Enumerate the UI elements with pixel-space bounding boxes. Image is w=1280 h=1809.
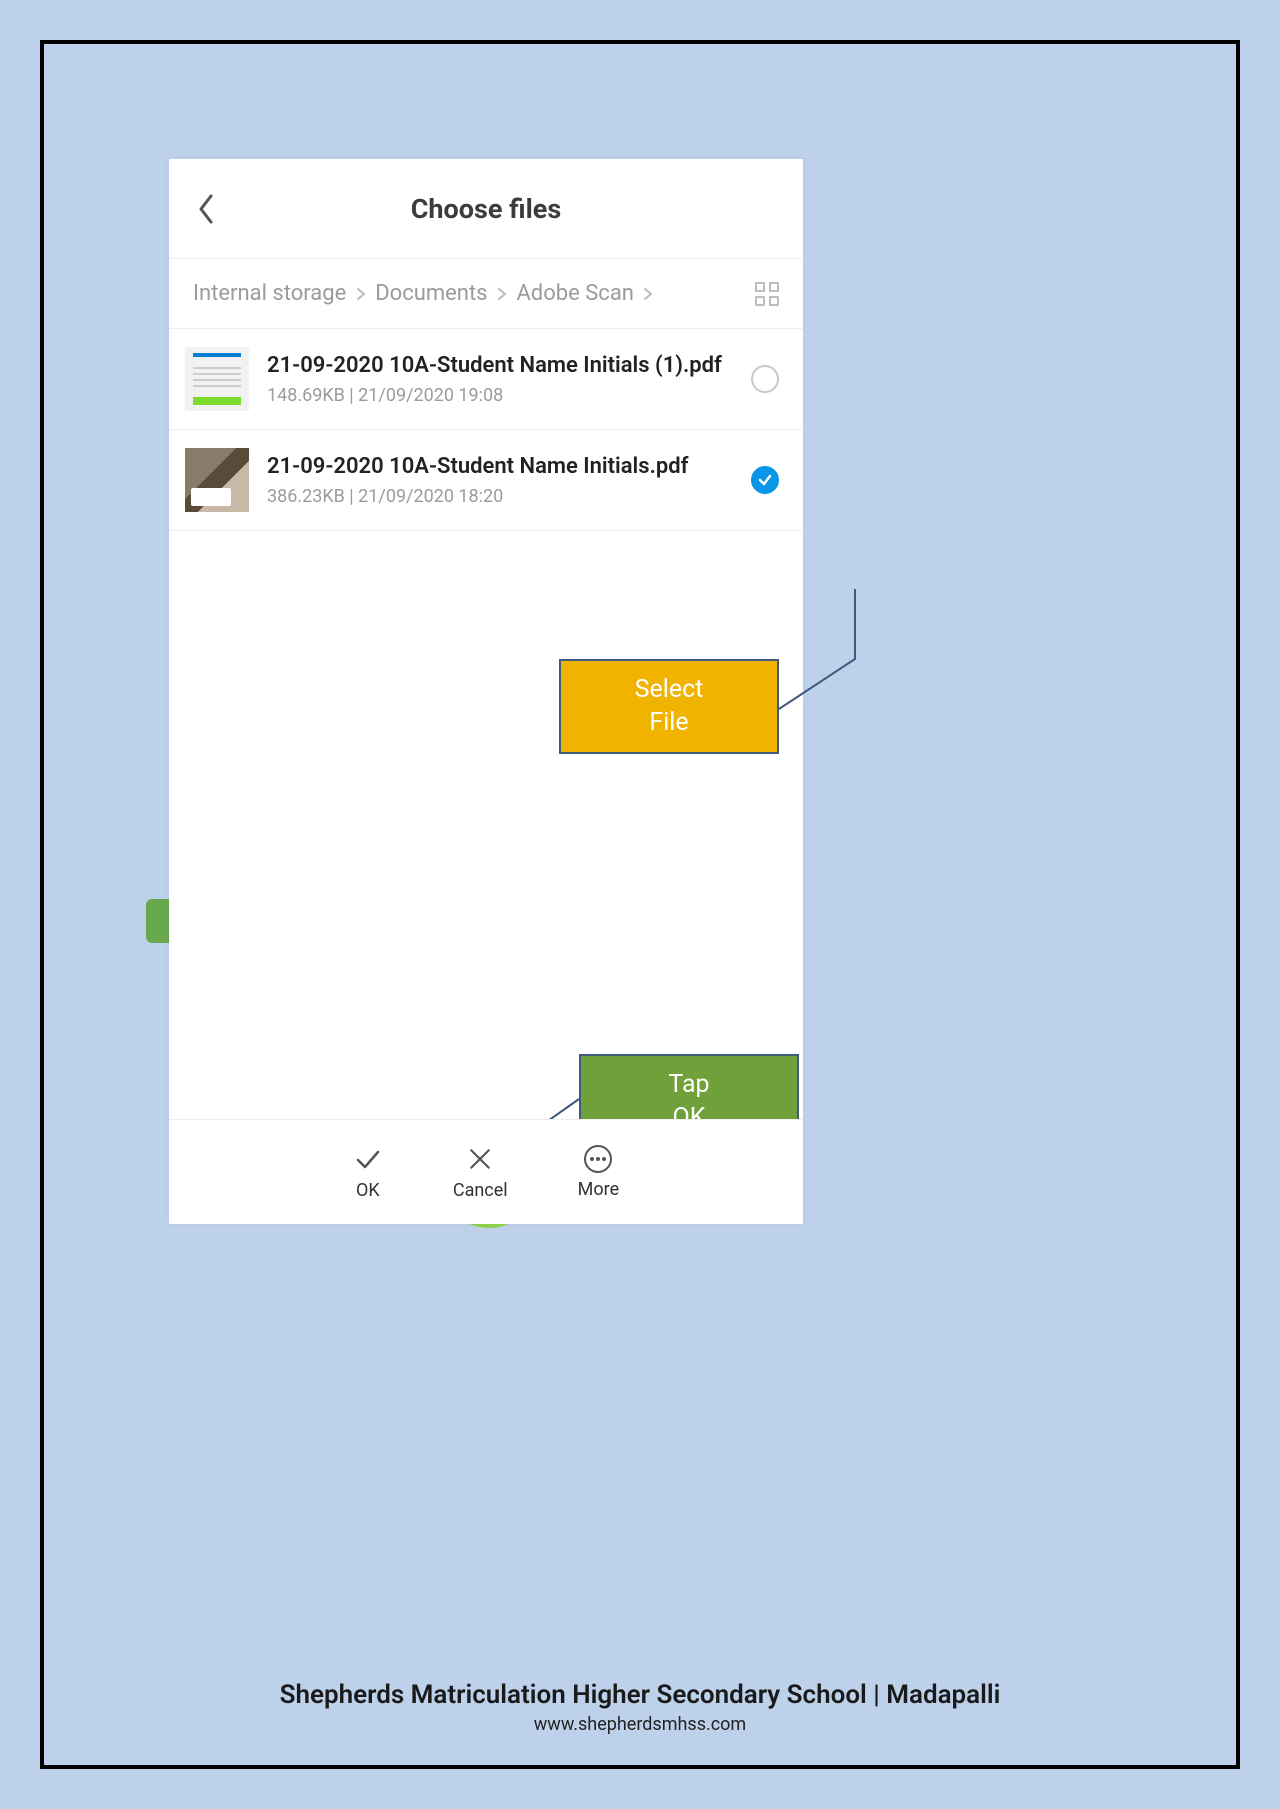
- breadcrumb-part[interactable]: Documents: [375, 281, 487, 306]
- phone-screenshot: Choose files Internal storage Documents …: [169, 159, 803, 1224]
- back-button[interactable]: [197, 194, 215, 224]
- bottom-action-bar: OK Cancel More: [169, 1119, 803, 1224]
- breadcrumb-part[interactable]: Internal storage: [193, 281, 346, 306]
- more-button[interactable]: More: [578, 1145, 619, 1200]
- header-title: Choose files: [411, 193, 562, 225]
- file-info: 21-09-2020 10A-Student Name Initials.pdf…: [267, 453, 741, 508]
- chevron-right-icon: [643, 282, 653, 307]
- grid-view-icon[interactable]: [755, 282, 779, 306]
- breadcrumb-part[interactable]: Adobe Scan: [516, 281, 633, 306]
- file-row[interactable]: 21-09-2020 10A-Student Name Initials.pdf…: [169, 430, 803, 531]
- chevron-right-icon: [356, 282, 366, 307]
- app-header: Choose files: [169, 159, 803, 259]
- chevron-right-icon: [497, 282, 507, 307]
- file-meta: 148.69KB | 21/09/2020 19:08: [267, 385, 741, 406]
- breadcrumb[interactable]: Internal storage Documents Adobe Scan: [193, 281, 755, 306]
- connector-line: [767, 589, 867, 719]
- select-radio-checked[interactable]: [751, 466, 779, 494]
- file-thumbnail: [185, 448, 249, 512]
- ok-label: OK: [356, 1180, 380, 1201]
- file-row[interactable]: 21-09-2020 10A-Student Name Initials (1)…: [169, 329, 803, 430]
- ok-button[interactable]: OK: [353, 1144, 383, 1201]
- cancel-button[interactable]: Cancel: [453, 1144, 508, 1201]
- more-icon: [584, 1145, 612, 1173]
- file-name: 21-09-2020 10A-Student Name Initials.pdf: [267, 453, 741, 481]
- file-name: 21-09-2020 10A-Student Name Initials (1)…: [267, 352, 741, 380]
- select-radio[interactable]: [751, 365, 779, 393]
- file-info: 21-09-2020 10A-Student Name Initials (1)…: [267, 352, 741, 407]
- breadcrumb-row: Internal storage Documents Adobe Scan: [169, 259, 803, 329]
- check-icon: [353, 1144, 383, 1174]
- cancel-label: Cancel: [453, 1180, 508, 1201]
- file-meta: 386.23KB | 21/09/2020 18:20: [267, 486, 741, 507]
- footer-title: Shepherds Matriculation Higher Secondary…: [44, 1680, 1236, 1710]
- footer-url: www.shepherdsmhss.com: [44, 1714, 1236, 1735]
- page-frame: Choose files Internal storage Documents …: [40, 40, 1240, 1769]
- close-icon: [465, 1144, 495, 1174]
- more-label: More: [578, 1179, 619, 1200]
- page-footer: Shepherds Matriculation Higher Secondary…: [44, 1680, 1236, 1735]
- file-thumbnail: [185, 347, 249, 411]
- callout-select-file: Select File: [559, 659, 779, 754]
